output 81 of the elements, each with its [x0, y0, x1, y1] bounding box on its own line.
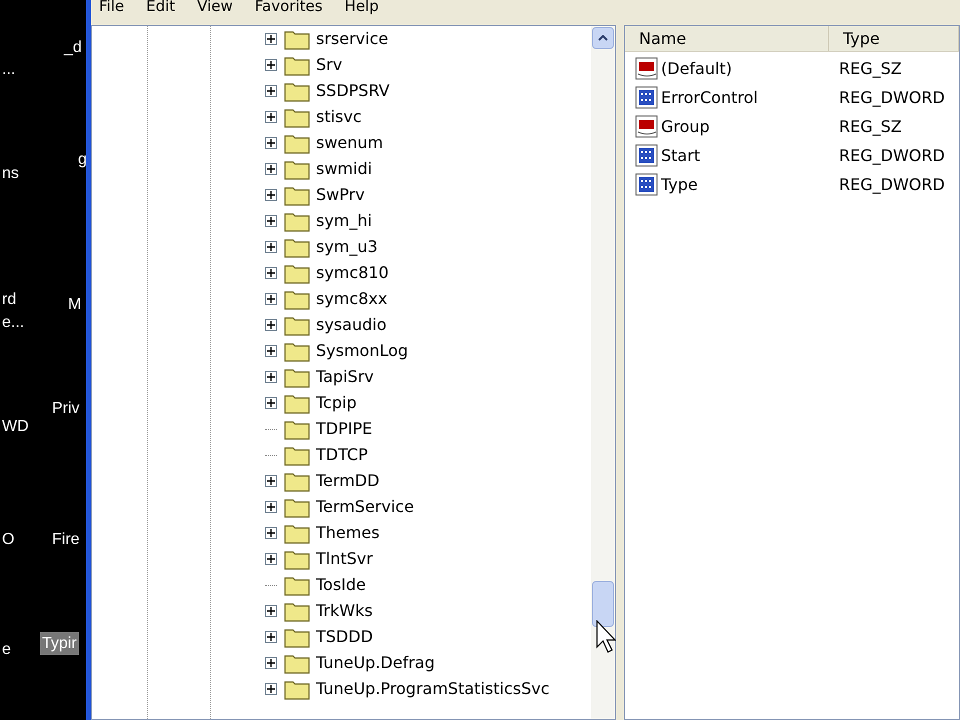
expand-icon[interactable]: [265, 501, 277, 513]
value-name[interactable]: ErrorControl: [661, 86, 758, 110]
tree-item[interactable]: Themes: [316, 523, 380, 543]
desktop-icon-label[interactable]: Typir: [40, 632, 79, 655]
tree-item[interactable]: TlntSvr: [316, 549, 373, 569]
value-type: REG_SZ: [838, 58, 902, 80]
desktop-icon-label[interactable]: _d: [62, 36, 84, 59]
desktop-icon-label[interactable]: Priv: [50, 397, 82, 420]
column-header[interactable]: Name: [625, 26, 829, 51]
binary-value-icon: [635, 86, 659, 110]
tree-item[interactable]: stisvc: [316, 107, 362, 127]
desktop-icon-label[interactable]: O: [0, 528, 16, 551]
tree-item[interactable]: sysaudio: [316, 315, 386, 335]
value-name[interactable]: (Default): [661, 56, 732, 80]
tree-item[interactable]: symc810: [316, 263, 389, 283]
binary-value-icon: [635, 172, 659, 196]
tree-item[interactable]: SysmonLog: [316, 341, 408, 361]
column-header[interactable]: Type: [829, 26, 959, 51]
value-type: REG_SZ: [838, 116, 902, 138]
tree-item[interactable]: TuneUp.ProgramStatisticsSvc: [316, 679, 550, 699]
expand-icon[interactable]: [265, 241, 277, 253]
tree-item[interactable]: TDPIPE: [316, 419, 372, 439]
value-type: REG_DWORD: [838, 144, 945, 167]
tree-item[interactable]: TuneUp.Defrag: [316, 653, 435, 673]
desktop-icon-label[interactable]: rd e...: [0, 288, 26, 334]
binary-value-icon: [635, 144, 659, 168]
expand-icon[interactable]: [265, 631, 277, 643]
desktop-icon-label[interactable]: e: [0, 638, 13, 661]
tree-item[interactable]: SwPrv: [316, 185, 365, 205]
expand-icon[interactable]: [265, 553, 277, 565]
expand-icon[interactable]: [265, 33, 277, 45]
scroll-up-button[interactable]: [592, 27, 614, 49]
desktop-icon-label[interactable]: M: [66, 293, 84, 316]
tree-item[interactable]: TermService: [316, 497, 414, 517]
value-name[interactable]: Type: [661, 172, 698, 196]
tree-item[interactable]: sym_hi: [316, 211, 372, 231]
value-type: REG_DWORD: [838, 174, 945, 196]
expand-icon[interactable]: [265, 215, 277, 227]
expand-icon[interactable]: [265, 475, 277, 487]
value-type: REG_DWORD: [838, 86, 945, 109]
tree-item[interactable]: TapiSrv: [316, 367, 374, 387]
expand-icon[interactable]: [265, 683, 277, 695]
tree-item[interactable]: swenum: [316, 133, 384, 153]
desktop-icon-label[interactable]: Fire: [50, 528, 82, 551]
tree-item[interactable]: TSDDD: [316, 627, 373, 647]
tree-item[interactable]: srservice: [316, 29, 388, 49]
expand-icon[interactable]: [265, 657, 277, 669]
desktop-icon-label[interactable]: WD: [0, 415, 31, 438]
expand-icon[interactable]: [265, 397, 277, 409]
tree-item[interactable]: TosIde: [316, 575, 366, 595]
expand-icon[interactable]: [265, 189, 277, 201]
tree-item[interactable]: symc8xx: [316, 289, 388, 309]
tree-item[interactable]: SSDPSRV: [316, 81, 390, 101]
expand-icon[interactable]: [265, 293, 277, 305]
tree-item[interactable]: TrkWks: [316, 601, 373, 621]
expand-icon[interactable]: [265, 163, 277, 175]
string-value-icon: [635, 114, 659, 138]
expand-icon[interactable]: [265, 85, 277, 97]
expand-icon[interactable]: [265, 137, 277, 149]
desktop-icon-label[interactable]: ns: [0, 162, 21, 185]
tree-item[interactable]: sym_u3: [316, 237, 378, 257]
expand-icon[interactable]: [265, 345, 277, 357]
expand-icon[interactable]: [265, 371, 277, 383]
expand-icon[interactable]: [265, 527, 277, 539]
expand-icon[interactable]: [265, 267, 277, 279]
tree-item[interactable]: TDTCP: [316, 445, 368, 465]
tree-item[interactable]: TermDD: [316, 471, 380, 491]
scrollbar[interactable]: [591, 26, 615, 719]
desktop-icon-label[interactable]: g: [76, 148, 89, 171]
expand-icon[interactable]: [265, 605, 277, 617]
tree-item[interactable]: Srv: [316, 55, 342, 75]
expand-icon[interactable]: [265, 319, 277, 331]
desktop-icon-label[interactable]: ...: [0, 58, 18, 81]
scroll-thumb[interactable]: [592, 581, 614, 627]
value-name[interactable]: Start: [661, 144, 700, 168]
string-value-icon: [635, 56, 659, 80]
tree-item[interactable]: swmidi: [316, 159, 372, 179]
expand-icon[interactable]: [265, 59, 277, 71]
tree-item[interactable]: Tcpip: [316, 393, 357, 413]
expand-icon[interactable]: [265, 111, 277, 123]
value-name[interactable]: Group: [661, 114, 710, 138]
